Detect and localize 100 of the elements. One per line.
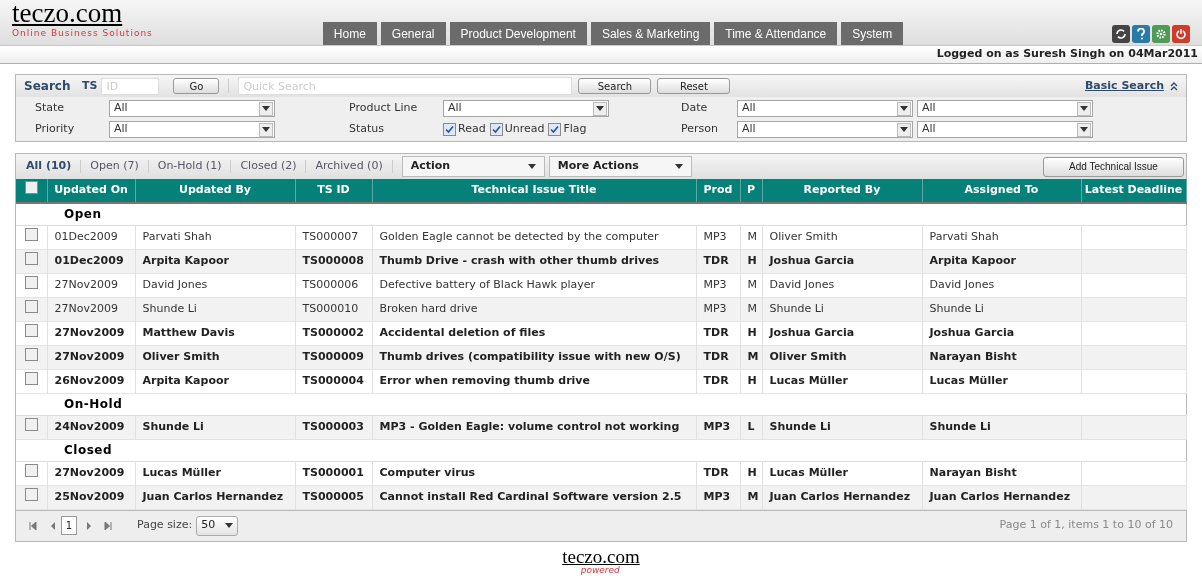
issue-row[interactable]: 01Dec2009 Parvati Shah TS000007 Golden Eagle cannot be detected by the computer MP3 M Oliver Smith Parvati Shah	[16, 225, 1186, 249]
table-cell: M	[747, 301, 757, 315]
column-header[interactable]: Prod	[696, 179, 740, 203]
column-header[interactable]: Assigned To	[922, 179, 1081, 203]
last-page-icon[interactable]	[104, 521, 112, 530]
page-number[interactable]: 1	[61, 516, 77, 535]
table-cell: Accidental deletion of files	[379, 325, 546, 339]
checkbox[interactable]	[24, 275, 38, 289]
table-cell: Oliver Smith	[769, 349, 847, 363]
table-cell: Computer virus	[379, 465, 475, 479]
table-cell: Thumb Drive - crash with other thumb drives	[379, 253, 660, 267]
checkbox[interactable]	[24, 251, 38, 265]
table-cell: Juan Carlos Hernandez	[929, 489, 1071, 503]
checkbox[interactable]	[548, 123, 562, 136]
column-header[interactable]: P	[740, 179, 762, 203]
table-cell: TS000009	[302, 349, 364, 363]
search-button[interactable]: Search	[578, 78, 652, 94]
settings-icon[interactable]	[1152, 25, 1170, 43]
filter-tab[interactable]: Open (7)	[90, 158, 139, 175]
search-label: Search	[24, 78, 72, 95]
checkbox[interactable]	[24, 323, 38, 337]
issue-row[interactable]: 24Nov2009 Shunde Li TS000003 MP3 - Golden Eagle: volume control not working MP3 L Shunde Li Shunde Li	[16, 415, 1186, 439]
table-cell: H	[747, 373, 757, 387]
help-icon[interactable]	[1132, 25, 1150, 43]
nav-tab[interactable]: Time & Attendance	[714, 22, 838, 45]
table-cell: MP3	[703, 419, 731, 433]
checkbox[interactable]	[443, 123, 456, 136]
filter-tab[interactable]: Closed (2)	[240, 158, 297, 175]
nav-tab[interactable]: System	[841, 22, 904, 45]
previous-page-icon[interactable]	[50, 521, 56, 530]
table-cell: Matthew Davis	[142, 325, 235, 339]
dropdown[interactable]: All	[917, 100, 1093, 117]
table-cell: Golden Eagle cannot be detected by the computer	[379, 229, 659, 243]
more-actions-dropdown[interactable]: More Actions	[548, 156, 692, 177]
table-cell: MP3	[703, 489, 731, 503]
checkbox[interactable]	[24, 347, 38, 361]
group-header: Closed	[64, 442, 113, 457]
column-header[interactable]: Updated By	[135, 179, 295, 203]
checkbox[interactable]	[24, 299, 38, 313]
first-page-icon[interactable]	[29, 521, 37, 530]
column-header[interactable]: Reported By	[762, 179, 922, 203]
go-button[interactable]: Go	[173, 78, 220, 94]
page-size-dropdown[interactable]: 50	[196, 515, 239, 536]
logo: teczo.com	[562, 546, 640, 566]
dropdown[interactable]: All	[443, 100, 609, 117]
dropdown[interactable]: All	[737, 121, 913, 138]
issue-row[interactable]: 27Nov2009 Shunde Li TS000010 Broken hard drive MP3 M Shunde Li Shunde Li	[16, 297, 1186, 321]
column-header[interactable]: Latest Deadline	[1081, 179, 1186, 203]
issue-row[interactable]: 01Dec2009 Arpita Kapoor TS000008 Thumb Drive - crash with other thumb drives TDR H Joshua Garcia Arpita Kapoor	[16, 249, 1186, 273]
table-cell: TS000003	[302, 419, 364, 433]
table-cell: 27Nov2009	[54, 325, 125, 339]
table-cell: Arpita Kapoor	[929, 253, 1016, 267]
issue-row[interactable]: 27Nov2009 Lucas Müller TS000001 Computer virus TDR H Lucas Müller Narayan Bisht	[16, 461, 1186, 485]
filter-tab[interactable]: On-Hold (1)	[157, 158, 222, 175]
table-cell: TS000002	[302, 325, 364, 339]
column-header[interactable]: Technical Issue Title	[372, 179, 696, 203]
table-cell: H	[747, 465, 757, 479]
issue-row[interactable]: 27Nov2009 David Jones TS000006 Defective battery of Black Hawk player MP3 M David Jones David Jones	[16, 273, 1186, 297]
dropdown[interactable]: All	[109, 121, 275, 138]
power-icon[interactable]	[1172, 25, 1190, 43]
checkbox[interactable]	[24, 417, 38, 431]
nav-tab[interactable]: Home	[322, 22, 377, 45]
dropdown[interactable]: All	[109, 100, 275, 117]
checkbox[interactable]	[24, 463, 38, 477]
column-header[interactable]: Updated On	[47, 179, 135, 203]
table-cell: TDR	[703, 325, 729, 339]
table-cell: 27Nov2009	[54, 301, 118, 315]
table-cell: H	[747, 325, 757, 339]
checkbox[interactable]	[24, 181, 38, 195]
table-cell: Lucas Müller	[929, 373, 1008, 387]
reset-button[interactable]: Reset	[657, 78, 731, 94]
next-page-icon[interactable]	[86, 521, 92, 530]
action-dropdown[interactable]: Action	[401, 156, 545, 177]
table-cell: M	[747, 277, 757, 291]
collapse-icon[interactable]	[1170, 81, 1178, 91]
nav-tab[interactable]: Product Development	[449, 22, 587, 45]
table-cell: Broken hard drive	[379, 301, 478, 315]
nav-tab[interactable]: Sales & Marketing	[590, 22, 711, 45]
checkbox-label: Unread	[504, 121, 545, 138]
checkbox[interactable]	[24, 371, 38, 385]
refresh-icon[interactable]	[1112, 25, 1130, 43]
dropdown[interactable]: All	[737, 100, 913, 117]
filter-label: Product Line	[349, 100, 419, 117]
filter-tab[interactable]: Archived (0)	[315, 158, 383, 175]
checkbox[interactable]	[489, 123, 503, 136]
issue-row[interactable]: 27Nov2009 Matthew Davis TS000002 Accidental deletion of files TDR H Joshua Garcia Joshua Garcia	[16, 321, 1186, 345]
checkbox[interactable]	[24, 227, 38, 241]
table-cell: Arpita Kapoor	[142, 373, 229, 387]
issue-row[interactable]: 27Nov2009 Oliver Smith TS000009 Thumb drives (compatibility issue with new O/S) TDR M Oliver Smith Narayan Bisht	[16, 345, 1186, 369]
checkbox[interactable]	[24, 487, 38, 501]
add-technical-issue-button[interactable]: Add Technical Issue	[1043, 156, 1184, 177]
table-cell: TS000007	[302, 229, 359, 243]
issue-row[interactable]: 25Nov2009 Juan Carlos Hernandez TS000005 Cannot install Red Cardinal Software version 2.5 MP3 M Juan Carlos Hernandez Juan Carlos Hernandez	[16, 485, 1186, 509]
issue-row[interactable]: 26Nov2009 Arpita Kapoor TS000004 Error when removing thumb drive TDR H Lucas Müller Lucas Müller	[16, 369, 1186, 393]
dropdown[interactable]: All	[917, 121, 1093, 138]
table-cell: 25Nov2009	[54, 489, 125, 503]
column-header[interactable]: TS ID	[295, 179, 372, 203]
nav-tab[interactable]: General	[380, 22, 446, 45]
basic-search-link[interactable]: Basic Search	[1084, 77, 1164, 95]
filter-tab[interactable]: All (10)	[26, 158, 72, 175]
